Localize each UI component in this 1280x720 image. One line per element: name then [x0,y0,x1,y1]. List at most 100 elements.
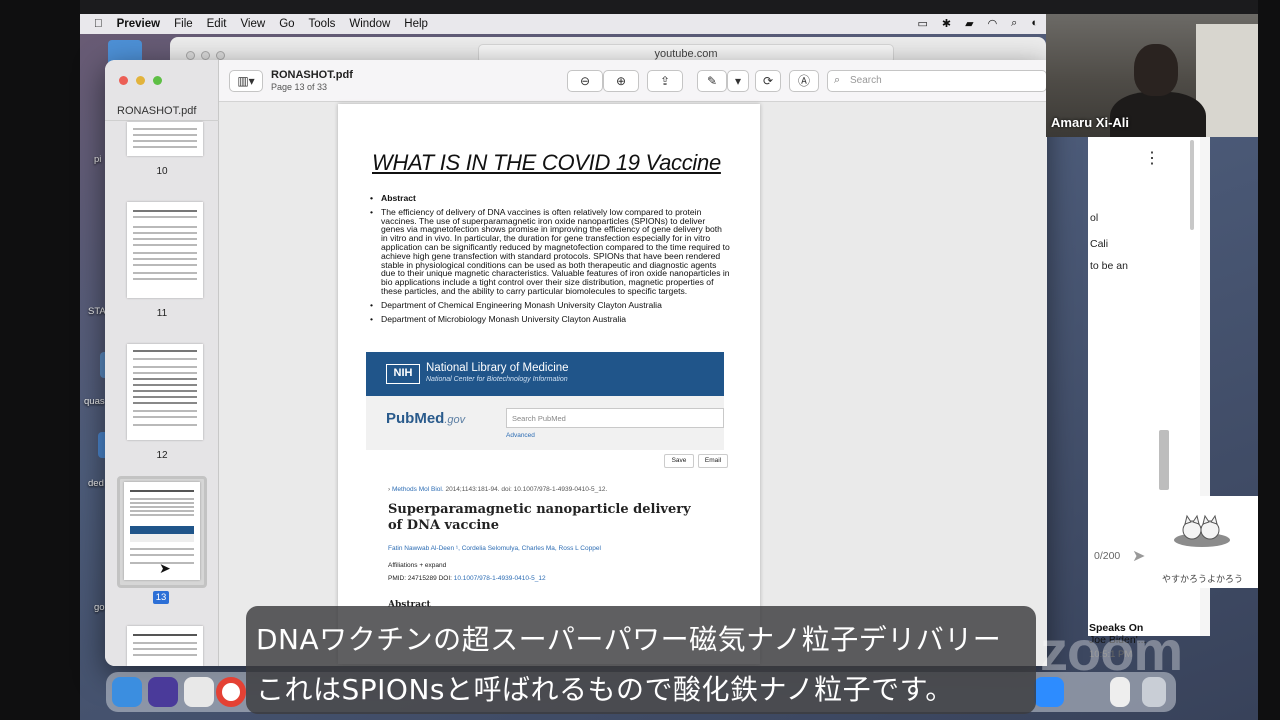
scrollbar-thumb[interactable] [1190,140,1194,230]
cat-sticker: やすかろうよかろう [1150,496,1258,588]
nlm-title: National Library of Medicine [426,362,569,374]
page-thumbnail[interactable] [127,122,203,156]
subtitle-line-1: DNAワクチンの超スーパーパワー磁気ナノ粒子デリバリー [256,623,1002,656]
browser-close-dot[interactable] [186,51,195,60]
page-title: WHAT IS IN THE COVID 19 Vaccine [372,150,721,175]
menu-edit[interactable]: Edit [207,18,227,30]
page-thumbnail[interactable] [127,202,203,298]
mouse-cursor-icon: ➤ [159,560,171,576]
article-citation: › Methods Mol Biol. 2014;1143:181-94. do… [388,486,608,493]
send-icon[interactable]: ➤ [1132,546,1145,566]
selected-page-number: 13 [153,591,169,604]
cat-sticker-image [1174,514,1230,547]
menu-window[interactable]: Window [349,18,390,30]
minimize-button[interactable] [136,76,145,85]
page-thumbnail[interactable] [127,344,203,440]
desktop-label: ded [88,478,104,489]
menu-bar:  Preview File Edit View Go Tools Window… [80,14,1046,34]
search-field[interactable]: ⌕ Search [827,70,1047,92]
launchpad-icon[interactable] [184,677,214,707]
siri-icon[interactable] [148,677,178,707]
preview-toolbar: ▥▾ RONASHOT.pdf Page 13 of 33 ⊖ ⊕ ⇪ ✎ ▾ … [219,60,1047,102]
chrome-icon[interactable] [216,677,246,707]
subtitle-line-2: これはSPIONsと呼ばれるもので酸化鉄ナノ粒子です。 [256,673,954,706]
pdf-page[interactable]: WHAT IS IN THE COVID 19 Vaccine Abstract… [338,104,760,664]
char-counter: 0/200 [1094,550,1121,562]
page-number-label: 12 [156,450,168,461]
journal-link[interactable]: Methods Mol Biol. [392,486,444,493]
annotate-button[interactable]: Ⓐ [789,70,819,92]
sticker-caption: やすかろうよかろう [1162,574,1244,584]
nih-logo: NIH [386,364,420,384]
sidebar-toggle-button[interactable]: ▥▾ [229,70,263,92]
nlm-subtitle: National Center for Biotechnology Inform… [426,376,568,383]
browser-zoom-dot[interactable] [216,51,225,60]
bullet-affiliation: Department of Microbiology Monash Univer… [370,314,730,324]
citation-detail: 2014;1143:181-94. doi: 10.1007/978-1-493… [443,486,608,493]
menu-file[interactable]: File [174,18,193,30]
share-button[interactable]: ⇪ [647,70,683,92]
zoom-out-button[interactable]: ⊖ [567,70,603,92]
scrollbar-thumb-2[interactable] [1159,430,1169,490]
nlm-banner: NIH National Library of Medicine Nationa… [366,352,724,396]
participant-name: Amaru Xi-Ali [1051,115,1130,130]
zoom-in-button[interactable]: ⊕ [603,70,639,92]
zoom-button[interactable] [153,76,162,85]
control-center-icon[interactable]: ◐ [1031,17,1038,30]
more-options-icon[interactable]: ⋮ [1144,148,1160,168]
wifi-icon[interactable]: ◠ [988,17,998,30]
battery-icon[interactable]: ▰ [965,17,973,30]
pubmed-logo-suffix: .gov [444,414,466,426]
page-thumbnail[interactable] [127,626,203,666]
menu-help[interactable]: Help [404,18,428,30]
markup-dropdown-button[interactable]: ▾ [727,70,749,92]
document-name: RONASHOT.pdf [271,69,353,81]
close-button[interactable] [119,76,128,85]
apple-icon[interactable]:  [94,18,103,30]
desktop-label: STA [88,306,106,317]
sidebar-title: RONASHOT.pdf [117,105,197,117]
sidebar-divider [105,120,219,121]
zoom-icon[interactable] [1034,677,1064,707]
bullet-abstract-text: The efficiency of delivery of DNA vaccin… [370,207,730,296]
finder-icon[interactable] [112,677,142,707]
doi-link[interactable]: 10.1007/978-1-4939-0410-5_12 [454,575,546,582]
pubmed-search-placeholder: Search PubMed [512,414,566,423]
article-title: Superparamagnetic nanoparticle delivery … [388,502,691,533]
article-ids: PMID: 24715289 DOI: 10.1007/978-1-4939-0… [388,575,546,582]
affiliations-toggle[interactable]: Affiliations + expand [388,562,446,569]
bluetooth-icon[interactable]: ✱ [942,17,951,30]
page-number-label: 11 [156,308,168,319]
menu-go[interactable]: Go [279,18,294,30]
side-text: to be an [1090,260,1128,272]
document-icon[interactable] [1110,677,1130,707]
menu-view[interactable]: View [240,18,265,30]
subtitle-overlay: DNAワクチンの超スーパーパワー磁気ナノ粒子デリバリー これはSPIONsと呼ば… [246,606,1036,714]
page-number-label: 10 [156,166,168,177]
bullet-affiliation: Department of Chemical Engineering Monas… [370,300,730,310]
side-text: Cali [1090,238,1109,250]
search-icon: ⌕ [834,74,841,86]
markup-pen-button[interactable]: ✎ [697,70,727,92]
menu-tools[interactable]: Tools [309,18,336,30]
pubmed-advanced-link[interactable]: Advanced [506,432,535,439]
pubmed-logo-main: PubMed [386,410,445,427]
pubmed-email-button[interactable]: Email [698,454,728,468]
bullet-abstract-heading: Abstract [370,194,730,203]
search-placeholder: Search [850,75,882,86]
pubmed-save-button[interactable]: Save [664,454,694,468]
menu-app-preview[interactable]: Preview [117,18,160,30]
desktop-label: go [94,602,105,613]
video-border-left [0,0,80,720]
document-page-indicator: Page 13 of 33 [271,82,328,92]
search-icon[interactable]: ⌕ [1011,17,1017,30]
article-authors[interactable]: Fatin Nawwab Al-Deen ¹, Cordelia Selomul… [388,545,601,552]
rotate-button[interactable]: ⟳ [755,70,781,92]
screen-icon[interactable]: ▭ [917,17,927,30]
pubmed-search-input[interactable]: Search PubMed [506,408,724,428]
browser-minimize-dot[interactable] [201,51,210,60]
webcam-person-head [1134,44,1178,96]
trash-icon[interactable] [1142,677,1166,707]
thumbnail-sidebar: RONASHOT.pdf 10 11 12 ➤ 13 [105,60,219,666]
pubmed-header: PubMed.gov Search PubMed Advanced [366,396,724,450]
